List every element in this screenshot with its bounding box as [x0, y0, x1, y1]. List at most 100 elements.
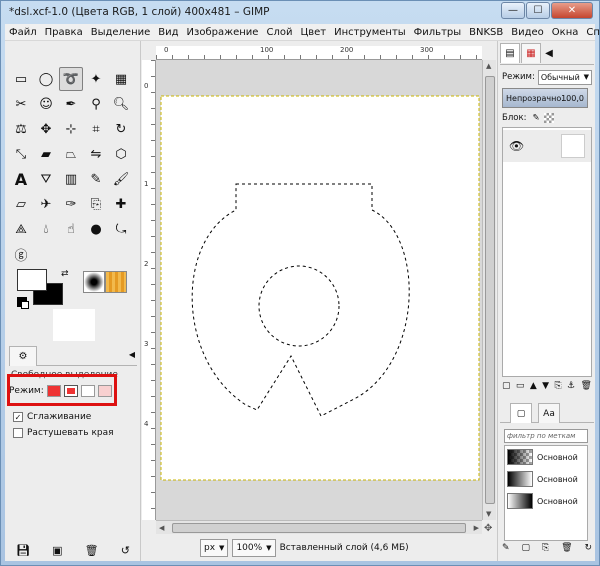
menu-view[interactable]: Вид [154, 27, 182, 38]
tab-brushes[interactable]: ▢ [510, 403, 532, 423]
tool-options-tab[interactable]: ⚙ [9, 346, 37, 366]
duplicate-layer-icon[interactable]: ⎘ [554, 381, 561, 395]
menu-help[interactable]: Справка [582, 27, 600, 38]
free-select-icon[interactable]: ➰ [59, 67, 83, 91]
perspective-icon[interactable]: ⏢ [59, 142, 83, 166]
menu-filters[interactable]: Фильтры [410, 27, 465, 38]
foreground-color-swatch[interactable] [17, 269, 47, 291]
opacity-slider[interactable]: Непрозрачно… 100,0 [502, 88, 588, 108]
eraser-icon[interactable]: ▱ [9, 192, 33, 216]
scissors-icon[interactable]: ✂ [9, 92, 33, 116]
blur-icon[interactable]: 💧︎ [34, 217, 58, 241]
tab-menu-icon[interactable]: ◀ [129, 350, 135, 359]
reset-colors-icon[interactable] [17, 297, 29, 309]
menu-color[interactable]: Цвет [296, 27, 330, 38]
menu-file[interactable]: Файл [5, 27, 41, 38]
refresh-gradient-icon[interactable]: ↻ [584, 543, 592, 557]
pencil-icon[interactable]: ✎ [84, 167, 108, 191]
zoom-select[interactable]: 100% ▼ [232, 539, 276, 557]
feather-row[interactable]: Растушевать края [13, 426, 114, 440]
scroll-left-icon[interactable]: ◀ [159, 524, 164, 532]
eye-icon[interactable]: 👁︎ [509, 139, 524, 153]
restore-options-icon[interactable]: ▣ [52, 544, 62, 557]
paths-icon[interactable]: ✒ [59, 92, 83, 116]
new-group-icon[interactable]: ▭ [516, 381, 525, 395]
align-icon[interactable]: ⊹ [59, 117, 83, 141]
measure-icon[interactable]: ⚖ [9, 117, 33, 141]
antialias-row[interactable]: ✓ Сглаживание [13, 410, 91, 424]
color-select-icon[interactable]: ▦ [109, 67, 133, 91]
bucket-fill-icon[interactable]: ⛛ [34, 167, 58, 191]
vertical-ruler[interactable]: 0 1 2 3 4 [142, 60, 156, 520]
horizontal-scroll-thumb[interactable] [172, 523, 466, 533]
swap-colors-icon[interactable]: ⇄ [61, 269, 69, 279]
layer-mode-select[interactable]: Обычный ▼ [537, 69, 592, 85]
foreground-select-icon[interactable]: ☺ [34, 92, 58, 116]
minimize-button[interactable]: — [501, 2, 525, 19]
scale-icon[interactable]: ⤡ [9, 142, 33, 166]
fg-bg-colors[interactable]: ⇄ [17, 269, 69, 309]
perspective-clone-icon[interactable]: ⟁ [9, 217, 33, 241]
menu-layer[interactable]: Слой [262, 27, 296, 38]
cage-icon[interactable]: ⬡ [109, 142, 133, 166]
raise-layer-icon[interactable]: ▲ [530, 381, 537, 395]
lower-layer-icon[interactable]: ▼ [542, 381, 549, 395]
scroll-down-icon[interactable]: ▼ [486, 510, 491, 518]
menu-video[interactable]: Видео [507, 27, 548, 38]
airbrush-icon[interactable]: ✈ [34, 192, 58, 216]
color-picker-icon[interactable]: ⚲ [84, 92, 108, 116]
menu-tools[interactable]: Инструменты [330, 27, 410, 38]
layer-row[interactable]: 👁︎ [503, 130, 591, 162]
blend-icon[interactable]: ▥ [59, 167, 83, 191]
delete-options-icon[interactable]: 🗑︎ [85, 544, 99, 557]
rotate-icon[interactable]: ↻ [109, 117, 133, 141]
image-canvas[interactable] [156, 60, 482, 520]
menu-select[interactable]: Выделение [87, 27, 155, 38]
gradient-item[interactable]: Основной [507, 470, 587, 488]
vertical-scroll-thumb[interactable] [485, 76, 495, 504]
text-icon[interactable]: A [9, 167, 33, 191]
tab-menu-icon[interactable]: ◀ [542, 43, 556, 63]
ink-icon[interactable]: ✑ [59, 192, 83, 216]
antialias-checkbox[interactable]: ✓ [13, 412, 23, 422]
pattern-preview[interactable] [105, 271, 127, 293]
navigate-icon[interactable]: ✥ [484, 523, 492, 534]
tag-filter-input[interactable]: фильтр по меткам [504, 429, 588, 443]
move-icon[interactable]: ✥ [34, 117, 58, 141]
tab-fonts[interactable]: Aa [538, 403, 560, 423]
lock-pixels-icon[interactable]: ✎ [532, 113, 539, 123]
smudge-icon[interactable]: ☝ [59, 217, 83, 241]
duplicate-gradient-icon[interactable]: ⎘ [542, 543, 549, 557]
heal-icon[interactable]: ✚ [109, 192, 133, 216]
canvas-drawing[interactable] [156, 60, 482, 520]
reset-options-icon[interactable]: ↺ [121, 544, 130, 557]
tab-layers[interactable]: ▤ [500, 43, 520, 63]
clone-icon[interactable]: ⎘ [84, 192, 108, 216]
menu-windows[interactable]: Окна [548, 27, 583, 38]
maximize-button[interactable]: ☐ [526, 2, 550, 19]
lock-alpha-icon[interactable] [543, 113, 554, 123]
anchor-layer-icon[interactable]: ⚓ [567, 381, 575, 395]
new-gradient-icon[interactable]: ▢ [521, 543, 530, 557]
edit-gradient-icon[interactable]: ✎ [502, 543, 510, 557]
horizontal-ruler[interactable]: 0 100 200 300 [156, 46, 482, 60]
fuzzy-select-icon[interactable]: ✦ [84, 67, 108, 91]
new-layer-icon[interactable]: ▢ [502, 381, 511, 395]
vertical-scrollbar[interactable]: ▲ ▼ [482, 60, 496, 520]
gegl-icon[interactable]: ⓖ [9, 242, 33, 266]
close-button[interactable]: ✕ [551, 2, 593, 19]
brush-preview[interactable] [83, 271, 105, 293]
menu-bnksb[interactable]: BNKSB [465, 27, 507, 38]
menu-image[interactable]: Изображение [183, 27, 263, 38]
crop-icon[interactable]: ⌗ [84, 117, 108, 141]
feather-checkbox[interactable] [13, 428, 23, 438]
ellipse-select-icon[interactable]: ◯ [34, 67, 58, 91]
rect-select-icon[interactable]: ▭ [9, 67, 33, 91]
unit-select[interactable]: px ▼ [200, 539, 229, 557]
dodge-burn-icon[interactable]: ● [84, 217, 108, 241]
flip-icon[interactable]: ⇋ [84, 142, 108, 166]
paintbrush-icon[interactable]: 🖌︎ [109, 167, 133, 191]
gradient-item[interactable]: Основной [507, 448, 587, 466]
warp-icon[interactable]: ⤿ [109, 217, 133, 241]
shear-icon[interactable]: ▰ [34, 142, 58, 166]
